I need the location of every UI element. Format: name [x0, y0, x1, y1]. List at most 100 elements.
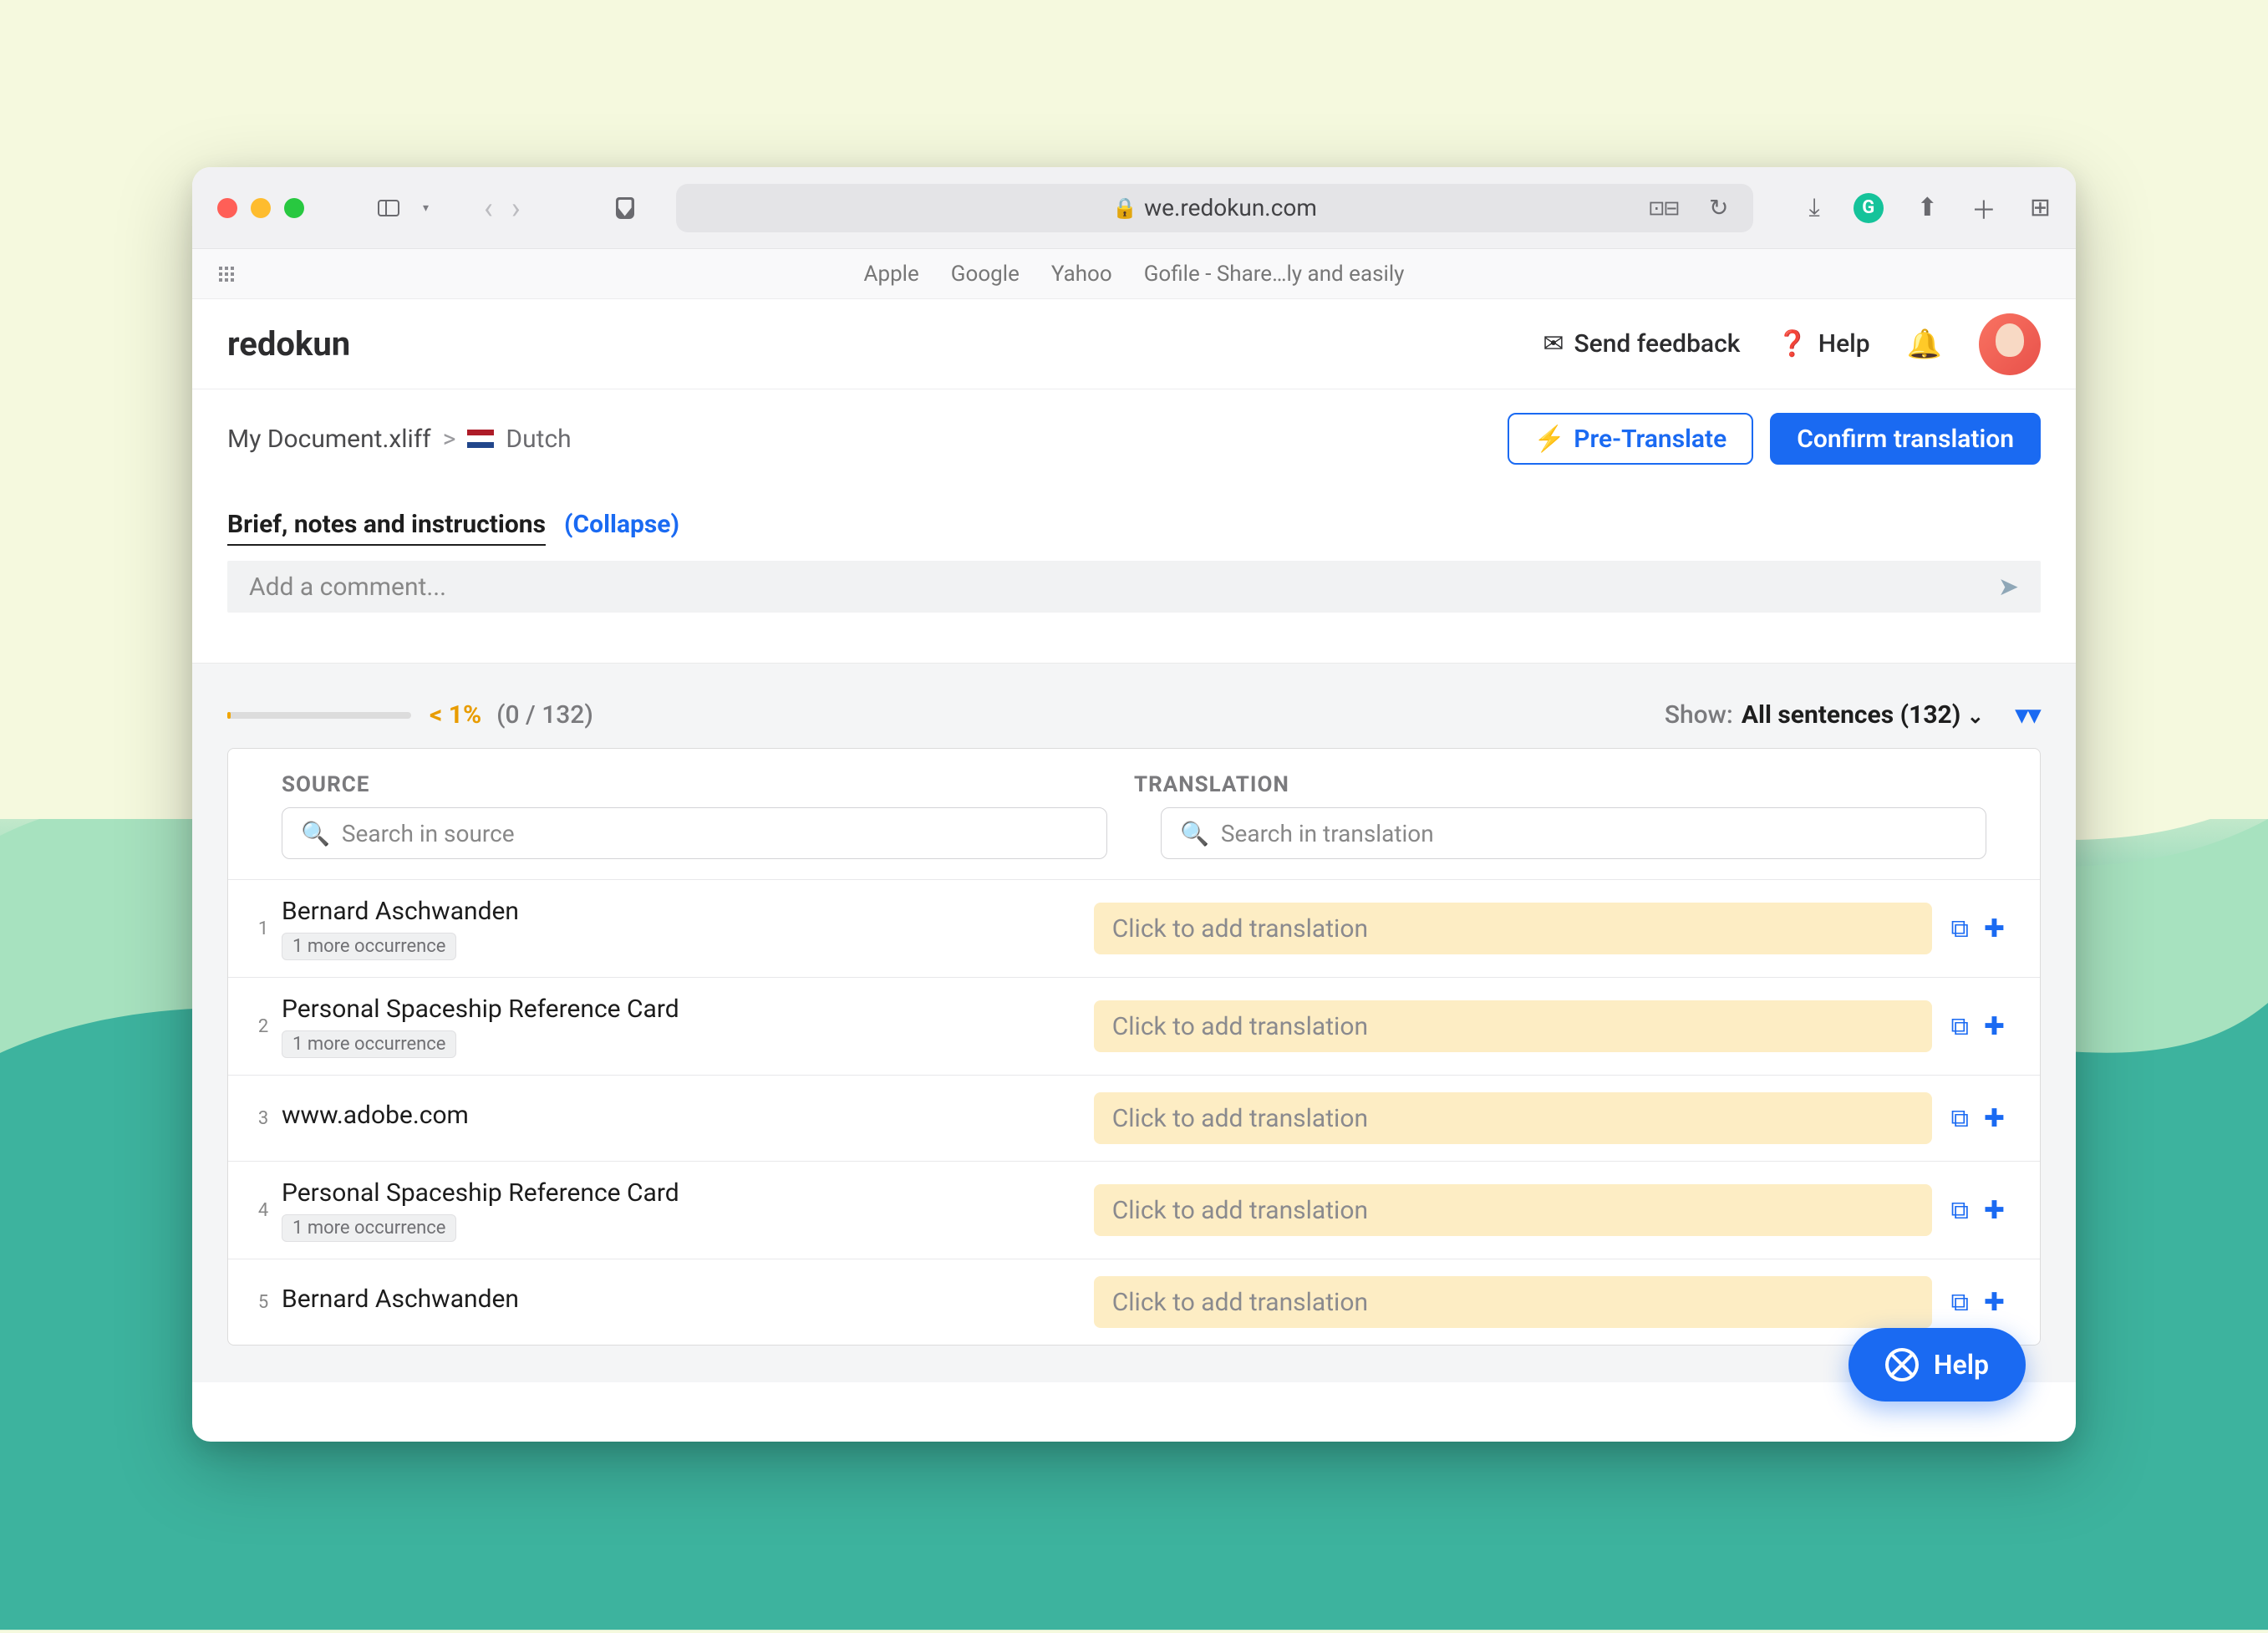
bookmarks-bar: Apple Google Yahoo Gofile - Share…ly and… — [192, 249, 2076, 299]
source-cell: www.adobe.com — [282, 1101, 1094, 1137]
comment-icon[interactable]: ✚ — [1984, 1196, 2005, 1225]
comment-icon[interactable]: ✚ — [1984, 1288, 2005, 1317]
lock-icon: 🔒 — [1112, 196, 1137, 220]
confirm-translation-button[interactable]: Confirm translation — [1770, 413, 2041, 465]
row-number: 4 — [245, 1200, 282, 1221]
source-cell: Bernard Aschwanden — [282, 1285, 1094, 1320]
avatar[interactable] — [1979, 313, 2041, 375]
occurrence-badge: 1 more occurrence — [282, 1214, 456, 1242]
browser-window: ▾ ‹ › 🔒 we.redokun.com ⊡⊟ ↻ ⤓ G ⬆︎ ＋ ⊞ A… — [192, 167, 2076, 1442]
chevron-down-icon: ⌄ — [1967, 705, 1984, 728]
sidebar-toggle-icon[interactable] — [378, 200, 399, 216]
column-source: SOURCE — [282, 772, 1134, 797]
tabs-overview-icon[interactable]: ⊞ — [2030, 193, 2051, 222]
new-tab-icon[interactable]: ＋ — [1971, 190, 1996, 226]
translation-cell[interactable]: Click to add translation — [1094, 1276, 1933, 1328]
chevron-down-icon[interactable]: ▾ — [423, 201, 429, 215]
translation-cell[interactable]: Click to add translation — [1094, 1184, 1933, 1236]
source-text: Bernard Aschwanden — [282, 897, 1084, 926]
scroll-to-end-icon[interactable]: ▾▾ — [2016, 700, 2041, 730]
row-number: 3 — [245, 1108, 282, 1129]
bookmark-link[interactable]: Google — [951, 262, 1020, 287]
translate-icon[interactable]: ⊡⊟ — [1648, 196, 1678, 220]
close-window-button[interactable] — [217, 198, 237, 218]
source-cell: Personal Spaceship Reference Card1 more … — [282, 995, 1094, 1058]
copy-icon[interactable]: ⧉ — [1950, 1288, 1968, 1317]
translation-grid: SOURCE TRANSLATION 🔍Search in source 🔍Se… — [227, 748, 2041, 1346]
collapse-toggle[interactable]: (Collapse) — [564, 510, 679, 539]
search-translation-input[interactable]: 🔍Search in translation — [1161, 807, 1986, 859]
back-button[interactable]: ‹ — [484, 191, 493, 226]
translation-cell[interactable]: Click to add translation — [1094, 903, 1933, 954]
source-cell: Personal Spaceship Reference Card 1 more … — [282, 1178, 1094, 1242]
breadcrumb: My Document.xliff > Dutch — [227, 425, 572, 454]
occurrence-badge: 1 more occurrence — [282, 933, 456, 960]
help-link[interactable]: ❓Help — [1777, 329, 1869, 359]
flag-nl-icon — [467, 430, 494, 448]
reload-icon[interactable]: ↻ — [1709, 194, 1728, 221]
source-text: Personal Spaceship Reference Card — [282, 1178, 1084, 1208]
row-number: 2 — [245, 1016, 282, 1037]
table-row: 1Bernard Aschwanden 1 more occurrence Clic… — [228, 879, 2040, 977]
app-header: redokun ✉Send feedback ❓Help 🔔 — [192, 299, 2076, 389]
envelope-icon: ✉ — [1543, 329, 1564, 359]
breadcrumb-sep: > — [443, 425, 456, 454]
copy-icon[interactable]: ⧉ — [1950, 1104, 1968, 1133]
apps-grid-icon[interactable] — [219, 267, 234, 282]
column-translation: TRANSLATION — [1134, 772, 1986, 797]
table-row: 3www.adobe.com Click to add translation ⧉ ✚ — [228, 1075, 2040, 1161]
nav-arrows: ‹ › — [484, 191, 521, 226]
row-number: 5 — [245, 1292, 282, 1313]
row-number: 1 — [245, 918, 282, 939]
send-feedback-link[interactable]: ✉Send feedback — [1543, 329, 1740, 359]
pre-translate-button[interactable]: ⚡Pre-Translate — [1508, 413, 1753, 465]
send-icon[interactable]: ➤ — [1998, 572, 2019, 602]
privacy-shield-icon[interactable] — [616, 197, 634, 219]
translation-cell[interactable]: Click to add translation — [1094, 1092, 1933, 1144]
bookmark-link[interactable]: Yahoo — [1051, 262, 1112, 287]
table-row: 2Personal Spaceship Reference Card1 more… — [228, 977, 2040, 1075]
notifications-icon[interactable]: 🔔 — [1907, 328, 1942, 361]
sub-header: My Document.xliff > Dutch ⚡Pre-Translate… — [192, 389, 2076, 473]
help-widget[interactable]: Help — [1848, 1328, 2026, 1402]
search-icon: 🔍 — [1180, 820, 1209, 847]
source-cell: Bernard Aschwanden 1 more occurrence — [282, 897, 1094, 960]
breadcrumb-lang: Dutch — [506, 425, 571, 454]
forward-button[interactable]: › — [511, 191, 521, 226]
progress-count: (0 / 132) — [496, 700, 593, 730]
show-label: Show: — [1665, 700, 1733, 730]
comment-icon[interactable]: ✚ — [1984, 914, 2005, 944]
source-text: Bernard Aschwanden — [282, 1285, 1084, 1314]
copy-icon[interactable]: ⧉ — [1950, 914, 1968, 944]
translation-cell[interactable]: Click to add translation — [1094, 1000, 1933, 1052]
url-text: we.redokun.com — [1144, 194, 1317, 221]
browser-chrome: ▾ ‹ › 🔒 we.redokun.com ⊡⊟ ↻ ⤓ G ⬆︎ ＋ ⊞ — [192, 167, 2076, 249]
search-source-input[interactable]: 🔍Search in source — [282, 807, 1107, 859]
breadcrumb-doc[interactable]: My Document.xliff — [227, 425, 431, 454]
comment-icon[interactable]: ✚ — [1984, 1012, 2005, 1041]
bolt-icon: ⚡ — [1534, 425, 1565, 454]
progress-percent: < 1% — [430, 700, 481, 730]
url-bar[interactable]: 🔒 we.redokun.com ⊡⊟ ↻ — [676, 184, 1754, 232]
minimize-window-button[interactable] — [251, 198, 271, 218]
copy-icon[interactable]: ⧉ — [1950, 1196, 1968, 1225]
source-text: www.adobe.com — [282, 1101, 1084, 1130]
search-icon: 🔍 — [301, 820, 330, 847]
comment-input[interactable]: Add a comment... ➤ — [227, 561, 2041, 613]
downloads-icon[interactable]: ⤓ — [1808, 193, 1819, 222]
comment-icon[interactable]: ✚ — [1984, 1104, 2005, 1133]
bookmark-link[interactable]: Gofile - Share…ly and easily — [1144, 262, 1405, 287]
question-icon: ❓ — [1777, 329, 1808, 359]
comment-placeholder: Add a comment... — [249, 572, 446, 602]
bookmark-link[interactable]: Apple — [864, 262, 919, 287]
grammarly-icon[interactable]: G — [1854, 193, 1884, 223]
copy-icon[interactable]: ⧉ — [1950, 1012, 1968, 1041]
source-text: Personal Spaceship Reference Card — [282, 995, 1084, 1024]
logo[interactable]: redokun — [227, 324, 350, 364]
table-row: 5Bernard Aschwanden Click to add translat… — [228, 1259, 2040, 1345]
maximize-window-button[interactable] — [284, 198, 304, 218]
table-row: 4Personal Spaceship Reference Card 1 more… — [228, 1161, 2040, 1259]
progress-bar — [227, 712, 411, 719]
share-icon[interactable]: ⬆︎ — [1917, 193, 1938, 222]
show-filter[interactable]: All sentences (132) ⌄ — [1742, 700, 2007, 730]
